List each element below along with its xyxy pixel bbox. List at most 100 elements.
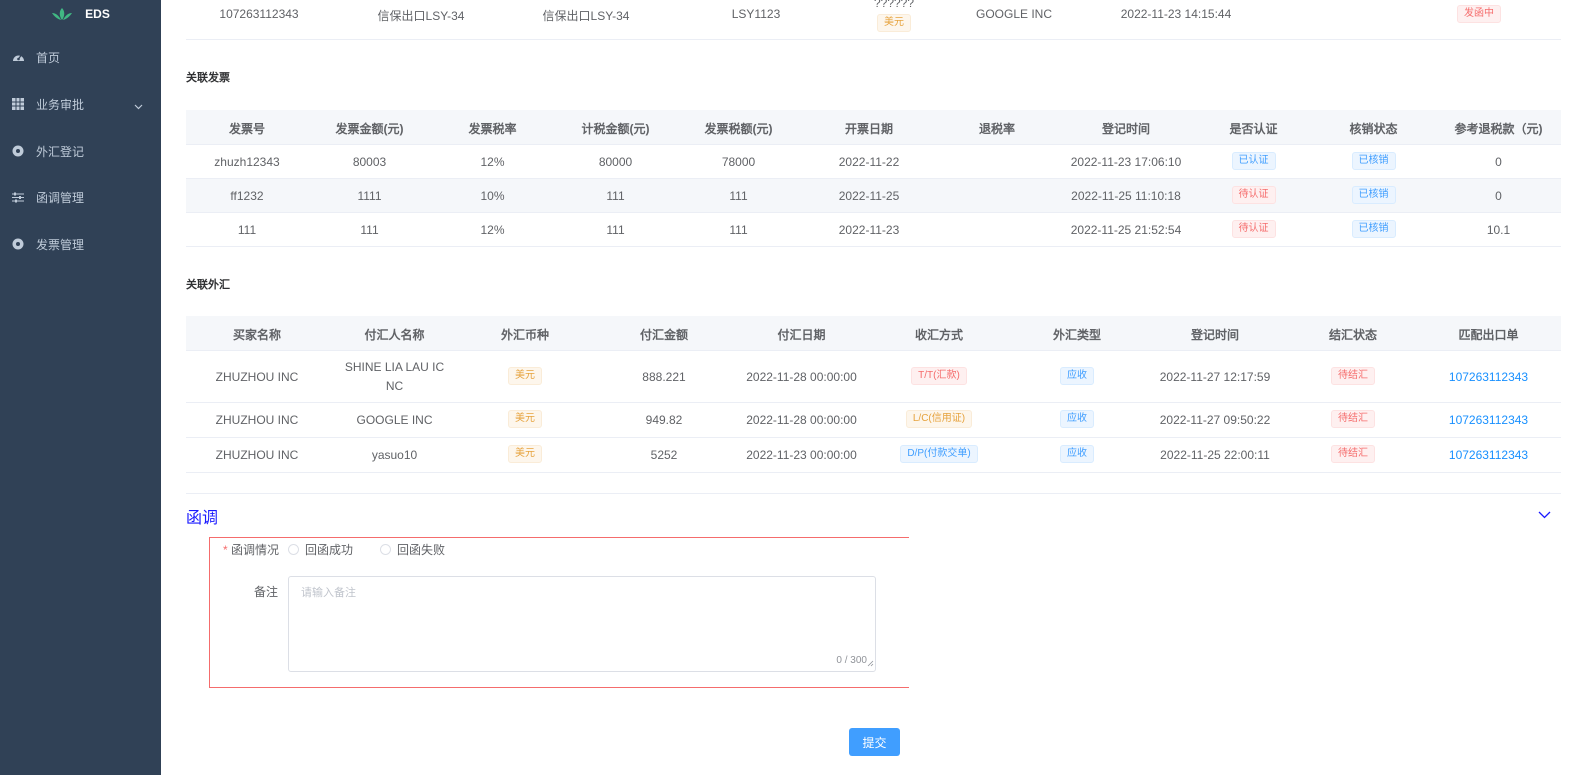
settle-status-tag: 待结汇: [1331, 410, 1375, 428]
sidebar-item-forex-registration[interactable]: 外汇登记: [0, 131, 161, 171]
sliders-icon: [11, 190, 25, 204]
table-row: zhuzh12343 80003 12% 80000 78000 2022-11…: [186, 145, 1561, 179]
radio-reply-success[interactable]: 回函成功: [288, 541, 353, 558]
buyer-name: ZHUZHOU INC: [215, 370, 299, 384]
register-time: 2022-11-27 12:17:59: [1159, 370, 1271, 384]
radio-label: 回函失败: [397, 543, 446, 557]
invoice-rate: 12%: [480, 155, 505, 169]
certified-badge: 待认证: [1231, 186, 1276, 204]
grid-icon: [11, 97, 25, 111]
currency-tag: 美元: [508, 445, 542, 463]
matched-order-link[interactable]: 107263112343: [1416, 448, 1561, 462]
contract-no: LSY1123: [731, 7, 781, 21]
payment-date: 2022-11-28 00:00:00: [746, 370, 857, 384]
table-row: ff1232 1111 10% 111 111 2022-11-25 2022-…: [186, 179, 1561, 213]
register-time: 2022-11-25 21:52:54: [1070, 223, 1182, 237]
invoices-table: 发票号 发票金额(元) 发票税率 计税金额(元) 发票税额(元) 开票日期 退税…: [186, 110, 1561, 247]
certified-badge: 待认证: [1231, 220, 1276, 238]
radio-circle[interactable]: [380, 544, 391, 555]
remark-label: 备注: [254, 585, 279, 599]
required-mark: *: [223, 543, 228, 557]
radio-label: 回函成功: [305, 543, 354, 557]
currency-tag: 美元: [508, 367, 542, 385]
refund-amount: 0: [1495, 189, 1502, 203]
settle-status-tag: 待结汇: [1331, 367, 1375, 385]
sidebar-item-label: 函调管理: [36, 190, 85, 205]
leaf-logo-icon: [52, 8, 73, 20]
sidebar-item-home[interactable]: 首页: [0, 37, 161, 77]
receive-method-tag: L/C(信用证): [905, 410, 973, 428]
buyer-name: GOOGLE INC: [975, 7, 1052, 21]
letter-section-title[interactable]: 函调: [186, 504, 218, 528]
matched-order-link[interactable]: 107263112343: [1416, 370, 1561, 384]
table-header: 发票号 发票金额(元) 发票税率 计税金额(元) 发票税额(元) 开票日期 退税…: [186, 110, 1561, 145]
refund-amount: 0: [1495, 155, 1502, 169]
main-content: 107263112343 信保出口LSY-34 信保出口LSY-34 LSY11…: [161, 0, 1586, 775]
col-header: 登记时间: [1190, 328, 1239, 342]
col-header: 发票税率: [468, 122, 517, 136]
remark-textarea[interactable]: 请输入备注 0 / 300: [288, 576, 876, 672]
payer-name: GOOGLE INC: [356, 413, 433, 427]
submit-button[interactable]: 提交: [849, 728, 900, 756]
col-header: 退税率: [978, 122, 1015, 136]
col-header: 付汇日期: [777, 328, 826, 342]
export-order-no: 107263112343: [219, 7, 299, 21]
invoice-no: zhuzh12343: [214, 155, 280, 169]
settle-status-tag: 待结汇: [1331, 445, 1375, 463]
buyer-name: ZHUZHOU INC: [215, 413, 299, 427]
invoice-amount: 1111: [357, 189, 382, 203]
payment-amount: 5252: [650, 448, 678, 462]
table-row: ZHUZHOU INC yasuo10 美元 5252 2022-11-23 0…: [186, 438, 1561, 473]
sidebar: EDS 首页 业务审批 外汇登记 函调管理 发票管理: [0, 0, 161, 775]
table-row: 111 111 12% 111 111 2022-11-23 2022-11-2…: [186, 213, 1561, 247]
circle-icon: [11, 144, 25, 158]
payment-amount: 888.221: [642, 370, 686, 384]
writeoff-badge: 已核销: [1351, 152, 1396, 170]
col-header: 付汇人名称: [364, 328, 425, 342]
matched-order-link[interactable]: 107263112343: [1416, 413, 1561, 427]
radio-reply-failed[interactable]: 回函失败: [380, 541, 445, 558]
sidebar-item-label: 发票管理: [36, 237, 85, 252]
amount-text: ??????: [873, 0, 915, 10]
chevron-down-icon: [134, 99, 143, 113]
table-row: ZHUZHOU INC SHINE LIA LAU IC NC 美元 888.2…: [186, 351, 1561, 403]
app-logo[interactable]: EDS: [0, 0, 161, 28]
receive-method-tag: T/T(汇款): [911, 367, 967, 385]
col-header: 外汇类型: [1052, 328, 1101, 342]
tax-amount: 111: [729, 223, 748, 237]
letter-form: * 函调情况 回函成功 回函失败 备注 请输入备注 0 / 300: [209, 537, 909, 688]
chevron-down-icon[interactable]: [1538, 508, 1551, 522]
radio-circle[interactable]: [288, 544, 299, 555]
register-time: 2022-11-27 09:50:22: [1159, 413, 1271, 427]
tax-amount: 111: [729, 189, 748, 203]
certified-badge: 已认证: [1231, 152, 1276, 170]
col-header: 核销状态: [1349, 122, 1398, 136]
letter-type-2: 信保出口LSY-34: [542, 9, 630, 23]
invoice-date: 2022-11-22: [838, 155, 900, 169]
dashboard-icon: [11, 50, 25, 64]
col-header: 计税金额(元): [581, 122, 650, 136]
payer-name: yasuo10: [371, 448, 418, 462]
payment-date: 2022-11-28 00:00:00: [746, 413, 857, 427]
receive-method-tag: D/P(付款交单): [900, 445, 978, 463]
col-header: 外汇币种: [500, 328, 549, 342]
char-counter: 0 / 300: [836, 655, 867, 666]
col-header: 发票号: [228, 122, 265, 136]
invoice-rate: 12%: [480, 223, 505, 237]
invoice-date: 2022-11-25: [838, 189, 900, 203]
sidebar-item-label: 业务审批: [36, 97, 85, 112]
resize-handle-icon[interactable]: [867, 656, 874, 670]
sidebar-item-letter-management[interactable]: 函调管理: [0, 177, 161, 217]
sidebar-item-approval[interactable]: 业务审批: [0, 84, 161, 124]
payment-date: 2022-11-23 00:00:00: [746, 448, 857, 462]
sidebar-item-label: 外汇登记: [36, 144, 85, 159]
buyer-name: ZHUZHOU INC: [215, 448, 299, 462]
table-header: 买家名称 付汇人名称 外汇币种 付汇金额 付汇日期 收汇方式 外汇类型 登记时间…: [186, 316, 1561, 351]
table-row: 107263112343 信保出口LSY-34 信保出口LSY-34 LSY11…: [186, 0, 1561, 40]
currency-tag: 美元: [508, 410, 542, 428]
letter-status-label-text: 函调情况: [231, 543, 280, 557]
sidebar-item-invoice-management[interactable]: 发票管理: [0, 224, 161, 264]
forex-table: 买家名称 付汇人名称 外汇币种 付汇金额 付汇日期 收汇方式 外汇类型 登记时间…: [186, 316, 1561, 473]
forex-section-title: 关联外汇: [186, 279, 230, 291]
invoice-date: 2022-11-23: [838, 223, 900, 237]
